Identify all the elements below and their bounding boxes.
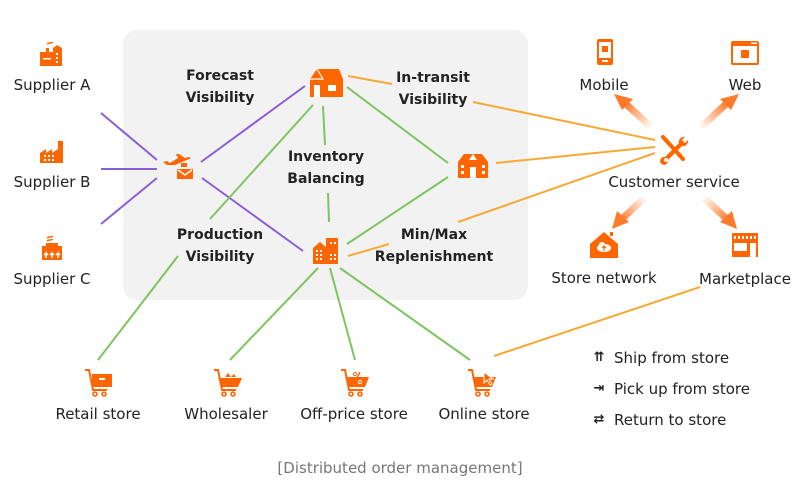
wholesaler-label: Wholesaler: [184, 405, 268, 423]
forecast-visibility-label: Forecast Visibility: [185, 68, 255, 106]
online-store-label: Online store: [438, 405, 530, 423]
building-icon: [458, 154, 488, 178]
arrow-to-marketplace: [700, 194, 737, 229]
legend-ship-from-store: ⇈ Ship from store: [590, 342, 750, 373]
factory-smoke-icon: [40, 41, 62, 66]
ship-arrows-icon: ⇈: [593, 350, 605, 365]
link-supplier-c: [100, 177, 158, 225]
supplier-a-label: Supplier A: [13, 76, 91, 94]
marketplace-label: Marketplace: [699, 270, 791, 288]
retail-store-label: Retail store: [55, 405, 141, 423]
marketplace-icon: [732, 233, 758, 257]
cart-cursor-icon: [468, 369, 496, 397]
min-max-replenishment-label: Min/Max Replenishment: [374, 227, 494, 265]
arrow-to-store-network: [612, 194, 648, 229]
diagram-caption: [Distributed order management]: [277, 459, 523, 477]
legend: ⇈ Ship from store ⇥ Pick up from store ⇄…: [590, 342, 750, 435]
warehouse-icon: [310, 68, 343, 97]
cart-percent-icon: [341, 369, 369, 397]
web-label: Web: [728, 76, 762, 94]
mobile-icon: [597, 39, 613, 65]
legend-return-to-store: ⇄ Return to store: [590, 404, 750, 435]
plane-ship-icon: [163, 154, 193, 179]
supplier-c-label: Supplier C: [13, 270, 91, 288]
return-arrows-icon: ⇄: [593, 412, 605, 427]
factory-heat-icon: [42, 235, 62, 260]
legend-label: Return to store: [614, 410, 727, 429]
in-transit-visibility-label: In-transit Visibility: [396, 70, 470, 108]
legend-pick-up-from-store: ⇥ Pick up from store: [590, 373, 750, 404]
city-buildings-icon: [313, 238, 338, 264]
legend-label: Ship from store: [614, 348, 730, 367]
mobile-label: Mobile: [579, 76, 629, 94]
store-network-label: Store network: [551, 269, 657, 287]
web-icon: [731, 41, 759, 65]
inventory-balancing-label: Inventory Balancing: [287, 149, 365, 187]
pickup-enter-icon: ⇥: [593, 381, 605, 396]
arrow-to-mobile: [614, 94, 655, 131]
tools-icon: [660, 135, 689, 165]
legend-label: Pick up from store: [614, 379, 750, 398]
supplier-b-label: Supplier B: [13, 173, 91, 191]
store-network-icon: [590, 232, 618, 258]
link-supplier-a: [100, 112, 158, 161]
customer-service-label: Customer service: [608, 173, 740, 191]
production-visibility-label: Production Visibility: [176, 227, 264, 265]
factory-chimney-icon: [40, 141, 63, 163]
cart-full-icon: [214, 369, 242, 397]
cart-box-icon: [85, 369, 112, 397]
arrow-to-web: [697, 94, 739, 131]
off-price-store-label: Off-price store: [300, 405, 408, 423]
